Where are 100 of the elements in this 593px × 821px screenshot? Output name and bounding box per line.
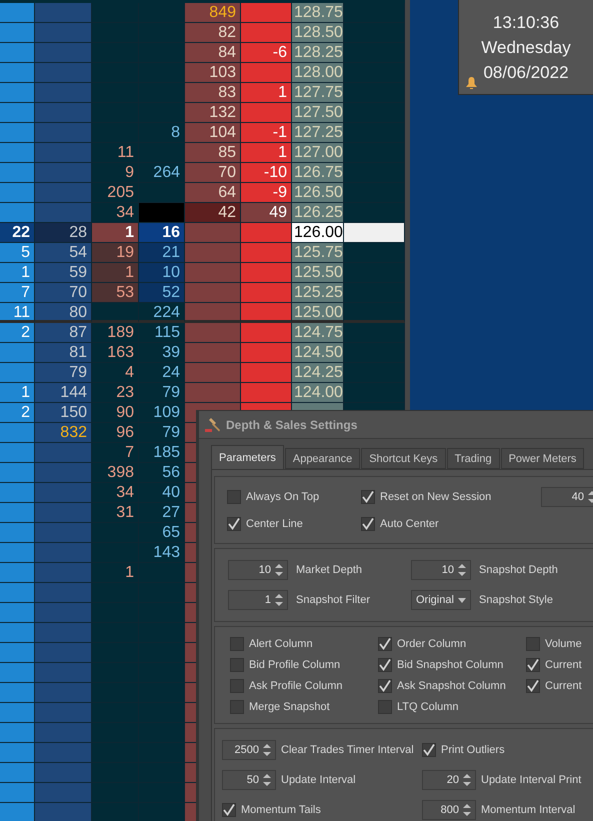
tab[interactable]: Shortcut Keys [361, 448, 446, 469]
price-cell: 124.75 [292, 323, 344, 343]
price-cell: 127.25 [292, 123, 344, 143]
checkbox[interactable] [361, 516, 375, 530]
ladder-cell [35, 643, 92, 663]
ladder-cell [139, 103, 185, 123]
spin-arrows-icon[interactable] [463, 803, 471, 817]
ladder-cell [139, 83, 185, 103]
checkbox[interactable] [378, 678, 392, 692]
spin-arrows-icon[interactable] [263, 743, 271, 757]
ladder-cell [35, 143, 92, 163]
ladder-cell [92, 103, 139, 123]
checkbox[interactable] [378, 636, 392, 650]
ladder-cell [139, 143, 185, 163]
ladder-cell: 7 [92, 443, 139, 463]
ladder-cell: 90 [92, 403, 139, 423]
ladder-cell [92, 583, 139, 603]
tab[interactable]: Power Meters [500, 448, 584, 469]
price-cell: 125.75 [292, 243, 344, 263]
number-field[interactable]: 800 [422, 800, 476, 820]
ladder-cell [139, 43, 185, 63]
price-cell: 127.50 [292, 103, 344, 123]
ladder-cell: 79 [139, 383, 185, 403]
gavel-icon [204, 416, 222, 432]
ladder-cell [185, 303, 241, 323]
ladder-cell [0, 83, 35, 103]
ladder-cell [35, 563, 92, 583]
ladder-cell: 398 [92, 463, 139, 483]
price-cell: 125.00 [292, 303, 344, 323]
ladder-cell [35, 3, 92, 23]
tab[interactable]: Appearance [284, 448, 360, 469]
ladder-cell [0, 563, 35, 583]
tab[interactable]: Trading [446, 448, 500, 469]
checkbox-label: Ask Profile Column [249, 680, 343, 692]
ladder-cell: 53 [92, 283, 139, 303]
ladder-cell: 54 [35, 243, 92, 263]
price-cell: 128.25 [292, 43, 344, 63]
ladder-cell: 52 [139, 283, 185, 303]
ladder-cell [344, 103, 405, 123]
price-cell: 125.50 [292, 263, 344, 283]
number-field[interactable]: 10 [411, 560, 471, 580]
checkbox[interactable] [422, 743, 436, 757]
ladder-cell: 27 [139, 503, 185, 523]
ladder-cell [35, 743, 92, 763]
number-field[interactable]: 2500 [222, 740, 276, 760]
checkbox[interactable] [230, 636, 244, 650]
ladder-cell [35, 443, 92, 463]
ladder-cell [35, 543, 92, 563]
ladder-cell: 1 [0, 383, 35, 403]
tab[interactable]: Parameters [211, 445, 284, 469]
dropdown[interactable]: Original [411, 590, 471, 610]
ladder-cell [0, 743, 35, 763]
ladder-cell [92, 643, 139, 663]
number-field[interactable]: 20 [422, 770, 476, 790]
checkbox[interactable] [227, 516, 241, 530]
checkbox-label: Alert Column [249, 638, 313, 650]
number-field[interactable]: 50 [222, 770, 276, 790]
spin-arrows-icon[interactable] [463, 773, 471, 787]
ladder-cell [344, 303, 405, 323]
checkbox[interactable] [526, 636, 540, 650]
spin-arrows-icon[interactable] [263, 773, 271, 787]
ladder-cell [241, 343, 292, 363]
checkbox[interactable] [230, 678, 244, 692]
spin-arrows-icon[interactable] [458, 563, 466, 577]
number-field[interactable]: 10 [228, 560, 288, 580]
number-field[interactable]: 40 [541, 486, 593, 506]
checkbox[interactable] [227, 490, 241, 504]
checkbox[interactable] [378, 658, 392, 672]
ladder-cell [241, 283, 292, 303]
ladder-cell [139, 183, 185, 203]
ladder-cell: 40 [139, 483, 185, 503]
ladder-cell: 21 [139, 243, 185, 263]
ladder-cell [0, 723, 35, 743]
clock-time: 13:10:36 [492, 12, 560, 34]
ladder-cell [35, 523, 92, 543]
ladder-cell [0, 603, 35, 623]
ladder-cell [92, 543, 139, 563]
checkbox[interactable] [361, 490, 375, 504]
ladder-cell: 1 [241, 143, 292, 163]
checkbox[interactable] [222, 803, 236, 817]
ladder-cell [35, 623, 92, 643]
ladder-cell: 79 [35, 363, 92, 383]
number-field[interactable]: 1 [228, 590, 288, 610]
ladder-cell [92, 23, 139, 43]
checkbox[interactable] [526, 678, 540, 692]
spin-arrows-icon[interactable] [275, 593, 283, 607]
checkbox[interactable] [526, 658, 540, 672]
ladder-cell: 81 [35, 343, 92, 363]
ladder-cell [92, 523, 139, 543]
ladder-cell: 42 [185, 203, 241, 223]
ladder-cell [0, 163, 35, 183]
checkbox[interactable] [378, 700, 392, 714]
spin-arrows-icon[interactable] [275, 563, 283, 577]
bell-icon[interactable] [466, 77, 477, 89]
ladder-cell: 144 [35, 383, 92, 403]
checkbox-label: Current [545, 680, 582, 692]
checkbox[interactable] [230, 700, 244, 714]
ladder-cell [92, 783, 139, 803]
checkbox[interactable] [230, 658, 244, 672]
ladder-cell [241, 243, 292, 263]
